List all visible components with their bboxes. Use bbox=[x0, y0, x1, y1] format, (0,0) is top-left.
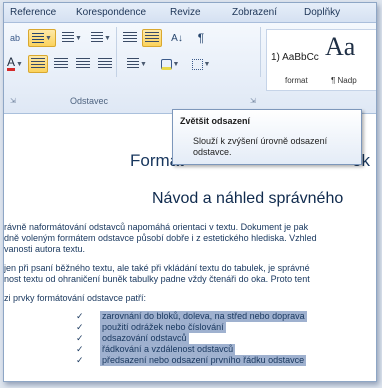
separator bbox=[260, 27, 261, 77]
ribbon-paragraph-group: ab ▼ ▼ ▼ A↓ ¶ A ▼ ▼ ▼ ▼ Odstavec ⇲ ⇲ 1) … bbox=[4, 23, 376, 114]
tab-korespondence[interactable]: Korespondence bbox=[76, 7, 146, 18]
checkmark-icon: ✓ bbox=[76, 355, 84, 365]
style-sample-heading: Aa bbox=[325, 32, 356, 61]
paint-bucket-icon bbox=[160, 58, 172, 70]
borders-icon bbox=[191, 58, 203, 70]
multilevel-list-button[interactable]: ▼ bbox=[88, 29, 114, 47]
document-subtitle: Návod a náhled správného bbox=[152, 190, 344, 207]
sort-icon: A↓ bbox=[171, 32, 183, 44]
increase-indent-button[interactable] bbox=[142, 29, 162, 47]
tooltip-title: Zvětšit odsazení bbox=[180, 116, 251, 126]
shading-button[interactable]: ▼ bbox=[156, 55, 184, 73]
justify-icon bbox=[98, 58, 112, 70]
numbering-button[interactable]: ▼ bbox=[60, 29, 84, 47]
sort-button[interactable]: A↓ bbox=[166, 29, 188, 47]
paragraph-line: vanosti autora textu. bbox=[4, 244, 86, 254]
pilcrow-icon: ¶ bbox=[197, 31, 205, 45]
style-name-format[interactable]: format bbox=[285, 76, 308, 85]
justify-button[interactable] bbox=[96, 55, 114, 73]
borders-button[interactable]: ▼ bbox=[188, 55, 214, 73]
spelling-icon[interactable]: ab bbox=[6, 29, 24, 47]
checkmark-icon: ✓ bbox=[76, 344, 84, 354]
checkmark-icon: ✓ bbox=[76, 311, 84, 321]
list-item-text[interactable]: předsazení nebo odsazení prvního řádku o… bbox=[100, 355, 307, 366]
align-right-icon bbox=[76, 58, 90, 70]
tab-zobrazeni[interactable]: Zobrazení bbox=[232, 7, 277, 18]
ribbon-tab-bar: Reference Korespondence Revize Zobrazení… bbox=[4, 3, 376, 23]
list-item-text[interactable]: řádkování a vzdálenost odstavců bbox=[100, 344, 236, 355]
numbered-list-icon bbox=[62, 32, 75, 44]
line-spacing-icon bbox=[127, 58, 140, 70]
line-spacing-button[interactable]: ▼ bbox=[124, 55, 150, 73]
separator bbox=[116, 27, 117, 77]
align-right-button[interactable] bbox=[74, 55, 92, 73]
align-left-button[interactable] bbox=[28, 55, 48, 73]
tab-revize[interactable]: Revize bbox=[170, 7, 201, 18]
list-item-text[interactable]: zarovnání do bloků, doleva, na střed neb… bbox=[100, 311, 307, 322]
list-item-text[interactable]: použití odrážek nebo číslování bbox=[100, 322, 226, 333]
paragraph-dialog-launcher-icon[interactable]: ⇲ bbox=[250, 97, 256, 105]
align-center-button[interactable] bbox=[52, 55, 70, 73]
align-left-icon bbox=[31, 58, 45, 70]
checkmark-icon: ✓ bbox=[76, 333, 84, 343]
font-dialog-launcher-icon[interactable]: ⇲ bbox=[10, 97, 16, 105]
increase-indent-tooltip: Zvětšit odsazení Slouží k zvýšení úrovně… bbox=[172, 109, 362, 165]
tab-reference[interactable]: Reference bbox=[10, 7, 56, 18]
font-color-icon: A bbox=[7, 55, 16, 71]
tab-doplnky[interactable]: Doplňky bbox=[304, 7, 340, 18]
style-sample-text: 1) AaBbCc bbox=[271, 52, 319, 63]
list-item-text[interactable]: odsazování odstavců bbox=[100, 333, 189, 344]
show-formatting-button[interactable]: ¶ bbox=[192, 29, 210, 47]
increase-indent-icon bbox=[145, 32, 159, 44]
multilevel-list-icon bbox=[91, 32, 104, 44]
decrease-indent-button[interactable] bbox=[120, 29, 140, 47]
paragraph-group-label: Odstavec bbox=[70, 96, 109, 106]
checkmark-icon: ✓ bbox=[76, 322, 84, 332]
style-name-heading[interactable]: ¶ Nadp bbox=[331, 76, 357, 85]
word-window: Reference Korespondence Revize Zobrazení… bbox=[3, 2, 377, 382]
paragraph-line: jen při psaní běžného textu, ale také př… bbox=[4, 263, 310, 273]
styles-gallery[interactable]: 1) AaBbCc Aa format ¶ Nadp bbox=[266, 29, 376, 91]
font-color-button[interactable]: A ▼ bbox=[6, 55, 24, 73]
tooltip-body: Slouží k zvýšení úrovně odsazení odstavc… bbox=[193, 136, 328, 157]
bullet-list-icon bbox=[32, 32, 45, 44]
paragraph-line: zi prvky formátování odstavce patří: bbox=[4, 293, 147, 303]
align-center-icon bbox=[54, 58, 68, 70]
bullets-button[interactable]: ▼ bbox=[28, 29, 56, 47]
decrease-indent-icon bbox=[123, 32, 137, 44]
paragraph-line: rávně naformátování odstavců napomáhá or… bbox=[4, 222, 309, 232]
paragraph-line: nost textu od ohraničení buněk tabulky p… bbox=[4, 274, 310, 284]
paragraph-line: dně voleným formátem odstavce působí dob… bbox=[4, 233, 317, 243]
